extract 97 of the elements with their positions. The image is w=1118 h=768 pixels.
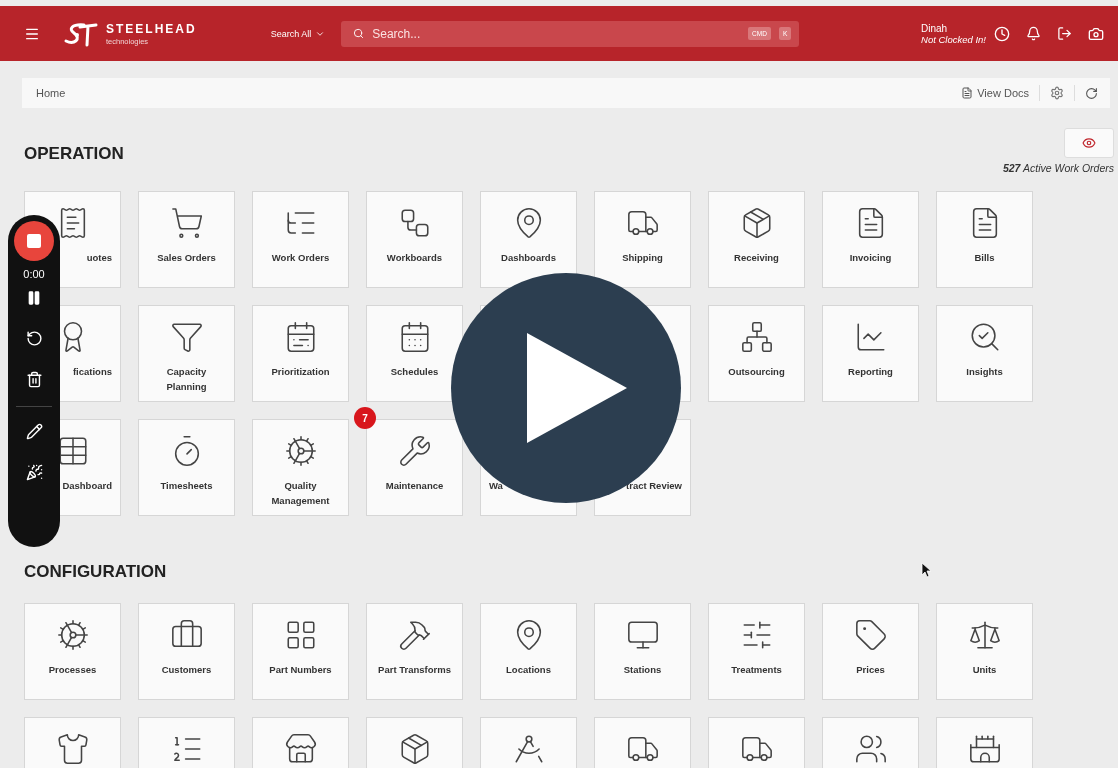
module-tile[interactable]: Locations: [480, 603, 577, 700]
module-tile[interactable]: Bills: [936, 191, 1033, 288]
brand-name: STEELHEAD: [106, 21, 197, 36]
restart-icon[interactable]: [25, 330, 43, 347]
document-icon: [961, 87, 974, 99]
module-tile[interactable]: Receiving: [708, 191, 805, 288]
tile-label: Outsourcing: [727, 365, 786, 379]
tile-label: Wa: [488, 479, 504, 493]
eye-icon: [1082, 136, 1096, 150]
module-tile[interactable]: Capacity Planning: [138, 305, 235, 402]
module-tile[interactable]: Processes: [24, 603, 121, 700]
clock-icon[interactable]: [994, 25, 1010, 42]
party-popper-icon[interactable]: [25, 464, 43, 481]
clock-status: Not Clocked In!: [921, 33, 986, 45]
play-icon: [527, 333, 627, 443]
visibility-button[interactable]: [1064, 128, 1114, 158]
module-tile[interactable]: Part Numbers: [252, 603, 349, 700]
tile-label: Quality Management: [270, 479, 331, 509]
trash-icon[interactable]: [25, 371, 43, 388]
shirt-icon: [55, 732, 90, 766]
tile-label: Units: [971, 663, 998, 677]
module-tile[interactable]: Work Orders: [252, 191, 349, 288]
pause-icon[interactable]: [26, 290, 42, 306]
tile-label: Customers: [160, 663, 213, 677]
tile-label: Sales Orders: [156, 251, 217, 265]
search-input[interactable]: Search...: [370, 25, 741, 42]
module-tile[interactable]: Workboards: [366, 191, 463, 288]
module-tile[interactable]: Dashboards: [480, 191, 577, 288]
tile-label: Maintenance: [384, 479, 445, 493]
wrench-icon: [397, 434, 432, 468]
user-name: Dinah: [921, 22, 949, 34]
funnel-icon: [169, 320, 204, 354]
tile-label: Work Orders: [270, 251, 331, 265]
tile-label: Dashboard: [61, 479, 113, 493]
module-tile[interactable]: Units: [936, 603, 1033, 700]
tile-label: Part Transforms: [377, 663, 452, 677]
module-tile[interactable]: Customers: [138, 603, 235, 700]
logout-icon[interactable]: [1057, 26, 1072, 41]
module-tile[interactable]: Invoicing: [822, 191, 919, 288]
price-tag-icon: [853, 618, 888, 652]
module-tile[interactable]: Timesheets: [138, 419, 235, 516]
module-tile[interactable]: Outsourcing: [708, 305, 805, 402]
tile-label: fications: [71, 365, 113, 379]
module-tile[interactable]: Part Transforms: [366, 603, 463, 700]
hammer-icon: [397, 618, 432, 652]
tile-label: Invoicing: [848, 251, 893, 265]
tile-label: Locations: [505, 663, 552, 677]
tile-label: Processes: [47, 663, 98, 677]
gear-icon: [283, 434, 318, 468]
module-tile[interactable]: Maintenance: [366, 419, 463, 516]
tile-label: Part Numbers: [268, 663, 333, 677]
module-tile[interactable]: Shipping: [594, 191, 691, 288]
refresh-icon[interactable]: [1085, 86, 1098, 100]
tile-label: Capacity Planning: [165, 365, 208, 395]
tile-label: Treatments: [730, 663, 783, 677]
module-tile[interactable]: Quality Management: [252, 419, 349, 516]
section-title: OPERATION: [24, 144, 124, 164]
tile-label: Bills: [973, 251, 996, 265]
castle-icon: [967, 732, 1002, 766]
module-tile[interactable]: Stations: [594, 603, 691, 700]
module-tile[interactable]: Treatments: [708, 603, 805, 700]
search-scope-dropdown[interactable]: Search All: [270, 28, 326, 39]
shopping-cart-icon: [169, 206, 204, 240]
tile-label: uotes: [85, 251, 113, 265]
pencil-icon[interactable]: [25, 423, 43, 440]
camera-icon[interactable]: [1088, 25, 1104, 42]
settings-icon[interactable]: [1050, 86, 1064, 100]
module-tile[interactable]: Prices: [822, 603, 919, 700]
tile-label: Timesheets: [159, 479, 214, 493]
org-chart-icon: [739, 320, 774, 354]
tile-label: tract Review: [625, 479, 683, 493]
cursor-icon: [921, 562, 931, 578]
tile-label: Insights: [965, 365, 1004, 379]
tile-label: Reporting: [847, 365, 894, 379]
recording-time: 0:00: [23, 268, 45, 280]
section-title: CONFIGURATION: [24, 562, 167, 582]
tile-label: Stations: [622, 663, 663, 677]
tile-label: Prices: [855, 663, 886, 677]
logo-icon: [62, 20, 98, 47]
module-tile[interactable]: Insights: [936, 305, 1033, 402]
view-docs-link[interactable]: View Docs: [977, 87, 1029, 99]
store-icon: [283, 732, 318, 766]
tile-label: Schedules: [389, 365, 440, 379]
tile-label: Dashboards: [500, 251, 557, 265]
tile-label: Prioritization: [270, 365, 331, 379]
tile-label: Receiving: [733, 251, 780, 265]
tile-label: Workboards: [385, 251, 444, 265]
module-tile[interactable]: Sales Orders: [138, 191, 235, 288]
search-icon: [353, 28, 365, 39]
module-tile[interactable]: Reporting: [822, 305, 919, 402]
notification-badge: 7: [354, 407, 376, 429]
breadcrumb-home[interactable]: Home: [36, 87, 962, 99]
module-tile[interactable]: Prioritization: [252, 305, 349, 402]
stop-button[interactable]: [14, 221, 54, 261]
module-tile[interactable]: Schedules: [366, 305, 463, 402]
tile-label: Shipping: [621, 251, 664, 265]
bell-icon[interactable]: [1026, 26, 1041, 41]
